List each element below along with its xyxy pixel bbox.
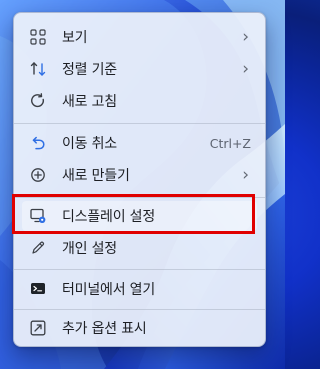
menu-divider <box>14 197 265 198</box>
menu-item-sort-label: 정렬 기준 <box>62 62 117 78</box>
menu-item-new-label: 새로 만들기 <box>62 168 130 184</box>
menu-item-undo-move-label: 이동 취소 <box>62 136 117 152</box>
desktop-context-menu: 보기 › 정렬 기준 › 새로 고침 이동 취소 Ctrl+Z 새로 만들기 ›… <box>13 12 266 347</box>
menu-item-personalize-label: 개인 설정 <box>62 241 117 257</box>
menu-item-personalize[interactable]: 개인 설정 <box>22 233 257 263</box>
pen-icon <box>28 238 48 258</box>
menu-item-sort[interactable]: 정렬 기준 › <box>22 54 257 84</box>
undo-icon <box>28 133 48 153</box>
menu-item-show-more-options-label: 추가 옵션 표시 <box>62 321 147 337</box>
menu-item-refresh[interactable]: 새로 고침 <box>22 86 257 116</box>
menu-divider <box>14 269 265 270</box>
terminal-icon <box>28 279 48 299</box>
sort-icon <box>28 59 48 79</box>
menu-item-display-settings[interactable]: 디스플레이 설정 <box>22 201 257 231</box>
more-options-icon <box>28 318 48 338</box>
menu-divider <box>14 123 265 124</box>
grid-icon <box>28 27 48 47</box>
display-settings-icon <box>28 206 48 226</box>
menu-item-open-terminal-label: 터미널에서 열기 <box>62 282 156 298</box>
menu-item-show-more-options[interactable]: 추가 옵션 표시 <box>22 313 257 343</box>
menu-item-open-terminal[interactable]: 터미널에서 열기 <box>22 274 257 304</box>
menu-item-view[interactable]: 보기 › <box>22 22 257 52</box>
chevron-right-icon: › <box>242 26 249 47</box>
menu-divider <box>14 309 265 310</box>
menu-item-new[interactable]: 새로 만들기 › <box>22 160 257 190</box>
menu-item-display-settings-label: 디스플레이 설정 <box>62 209 156 225</box>
menu-item-view-label: 보기 <box>62 30 88 46</box>
menu-item-refresh-label: 새로 고침 <box>62 94 117 110</box>
add-icon <box>28 165 48 185</box>
refresh-icon <box>28 91 48 111</box>
chevron-right-icon: › <box>242 58 249 79</box>
chevron-right-icon: › <box>242 164 249 185</box>
menu-item-undo-move[interactable]: 이동 취소 Ctrl+Z <box>22 128 257 158</box>
menu-item-undo-move-shortcut: Ctrl+Z <box>209 135 251 151</box>
